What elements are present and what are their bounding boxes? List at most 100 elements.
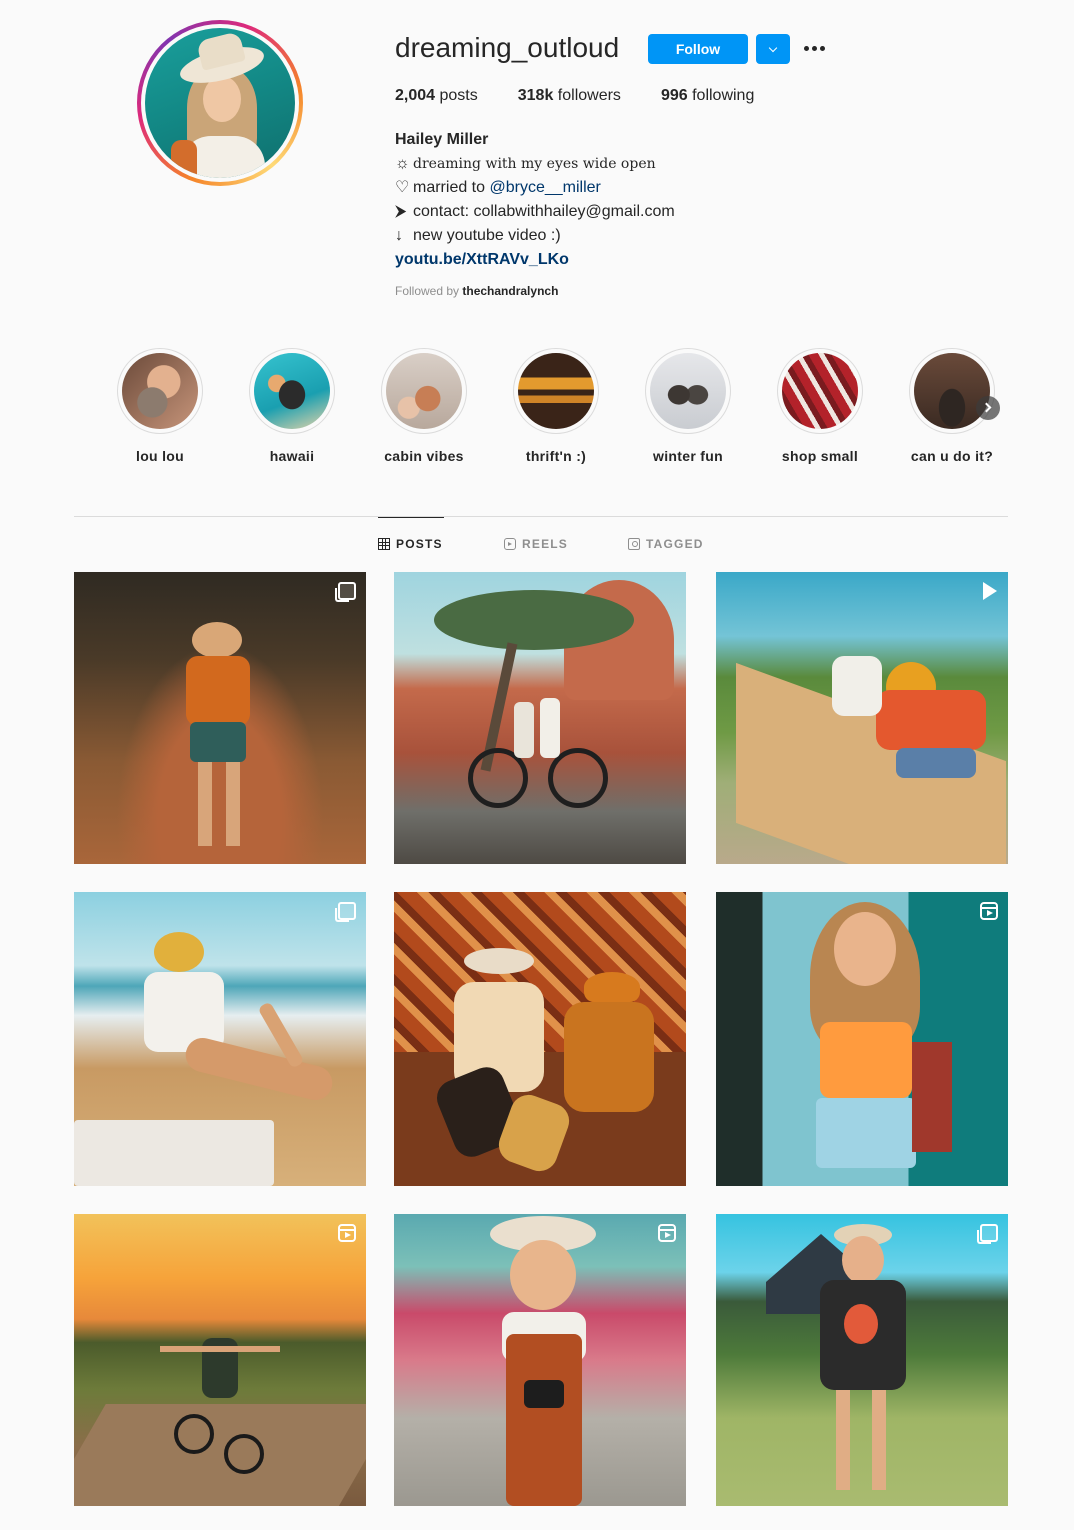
post-figure (896, 748, 976, 778)
highlight-thrift[interactable]: thrift'n :) (506, 348, 606, 464)
post-figure (834, 912, 896, 986)
carousel-icon (335, 582, 356, 602)
reel-icon (658, 1224, 676, 1242)
highlight-label: cabin vibes (384, 448, 464, 464)
followers-count: 318k (517, 87, 554, 104)
post-figure (524, 1380, 564, 1408)
tab-reels[interactable]: REELS (504, 518, 568, 570)
posts-count: 2,004 (395, 87, 436, 104)
following-label: following (692, 87, 755, 104)
post-figure (820, 1022, 912, 1098)
post-tile[interactable] (74, 572, 366, 864)
post-figure (226, 762, 240, 846)
post-figure (872, 1390, 886, 1490)
bio-mention-link[interactable]: @bryce__miller (489, 179, 600, 196)
highlight-ring (381, 348, 467, 434)
profile-bio: Hailey Miller ☼ dreaming with my eyes wid… (395, 128, 675, 272)
post-figure (514, 702, 534, 758)
post-tile[interactable] (74, 892, 366, 1186)
highlight-label: lou lou (136, 448, 184, 464)
bio-external-link[interactable]: youtu.be/XttRAVv_LKo (395, 251, 569, 268)
post-figure (832, 656, 882, 716)
reel-icon (338, 1224, 356, 1242)
tab-tagged[interactable]: TAGGED (628, 518, 704, 570)
followed-by[interactable]: Followed by thechandralynch (395, 284, 558, 298)
post-figure (876, 690, 986, 750)
post-tile[interactable] (394, 892, 686, 1186)
chevron-down-icon (768, 43, 778, 53)
bio-line-married: ♡ married to @bryce__miller (395, 176, 675, 200)
highlights-next-button[interactable] (976, 396, 1000, 420)
tagged-icon (628, 538, 640, 550)
highlight-label: hawaii (269, 448, 315, 464)
post-figure (434, 590, 634, 650)
profile-full-name: Hailey Miller (395, 131, 489, 148)
followed-by-prefix: Followed by (395, 284, 460, 298)
followers-stat[interactable]: 318k followers (518, 86, 621, 106)
post-figure (190, 722, 246, 762)
highlight-cover (122, 353, 198, 429)
following-count: 996 (660, 87, 688, 104)
bio-text: dreaming with my eyes wide open (413, 156, 656, 172)
highlight-cabin-vibes[interactable]: cabin vibes (374, 348, 474, 464)
avatar-photo (145, 28, 295, 178)
highlight-label: can u do it? (910, 448, 994, 464)
more-options-button[interactable] (800, 34, 830, 64)
more-dots-icon (820, 46, 825, 51)
post-figure (506, 1334, 582, 1506)
reel-icon (980, 902, 998, 920)
down-arrow-icon: ↓ (395, 227, 403, 244)
post-tile[interactable] (394, 1214, 686, 1506)
post-figure (844, 1304, 878, 1344)
posts-label: posts (439, 87, 478, 104)
more-dots-icon (812, 46, 817, 51)
post-figure (186, 656, 250, 726)
carousel-icon (335, 902, 356, 922)
more-dots-icon (804, 46, 809, 51)
post-figure (842, 1236, 884, 1284)
highlight-shop-small[interactable]: shop small (770, 348, 870, 464)
profile-username: dreaming_outloud (395, 32, 620, 63)
post-tile[interactable] (394, 572, 686, 864)
post-figure (160, 1346, 280, 1352)
suggested-accounts-button[interactable] (756, 34, 790, 64)
bio-text: new youtube video :) (413, 227, 561, 244)
post-tile[interactable] (716, 572, 1008, 864)
post-figure (192, 622, 242, 658)
post-figure (912, 1042, 952, 1152)
highlight-cover (650, 353, 726, 429)
bio-line-contact: ⮞ contact: collabwithhailey@gmail.com (395, 200, 675, 224)
highlight-label: shop small (781, 448, 859, 464)
highlight-ring (777, 348, 863, 434)
highlight-ring (645, 348, 731, 434)
highlight-winter-fun[interactable]: winter fun (638, 348, 738, 464)
bio-text: married to (413, 179, 490, 196)
carousel-icon (977, 1224, 998, 1244)
sun-icon: ☼ (395, 155, 410, 172)
post-tile[interactable] (716, 892, 1008, 1186)
highlight-ring (513, 348, 599, 434)
grid-icon (378, 537, 390, 550)
post-tile[interactable] (74, 1214, 366, 1506)
post-figure (74, 1404, 366, 1506)
reels-icon (504, 538, 516, 550)
post-figure (182, 1034, 336, 1104)
post-figure (224, 1434, 264, 1474)
highlight-lou-lou[interactable]: lou lou (110, 348, 210, 464)
highlight-hawaii[interactable]: hawaii (242, 348, 342, 464)
bio-line-youtube: ↓ new youtube video :) (395, 224, 675, 248)
tab-label: POSTS (396, 536, 443, 551)
post-figure (816, 1098, 916, 1168)
highlight-cover (254, 353, 330, 429)
post-figure (510, 1240, 576, 1310)
post-tile[interactable] (716, 1214, 1008, 1506)
post-figure (74, 1120, 274, 1186)
profile-avatar[interactable] (137, 20, 303, 186)
post-figure (464, 948, 534, 974)
profile-stats: 2,004 posts 318k followers 996 following (395, 86, 794, 106)
highlight-label: thrift'n :) (525, 448, 587, 464)
following-stat[interactable]: 996 following (661, 86, 754, 106)
follow-button[interactable]: Follow (648, 34, 748, 64)
tab-posts[interactable]: POSTS (378, 517, 444, 569)
followers-label: followers (557, 87, 621, 104)
